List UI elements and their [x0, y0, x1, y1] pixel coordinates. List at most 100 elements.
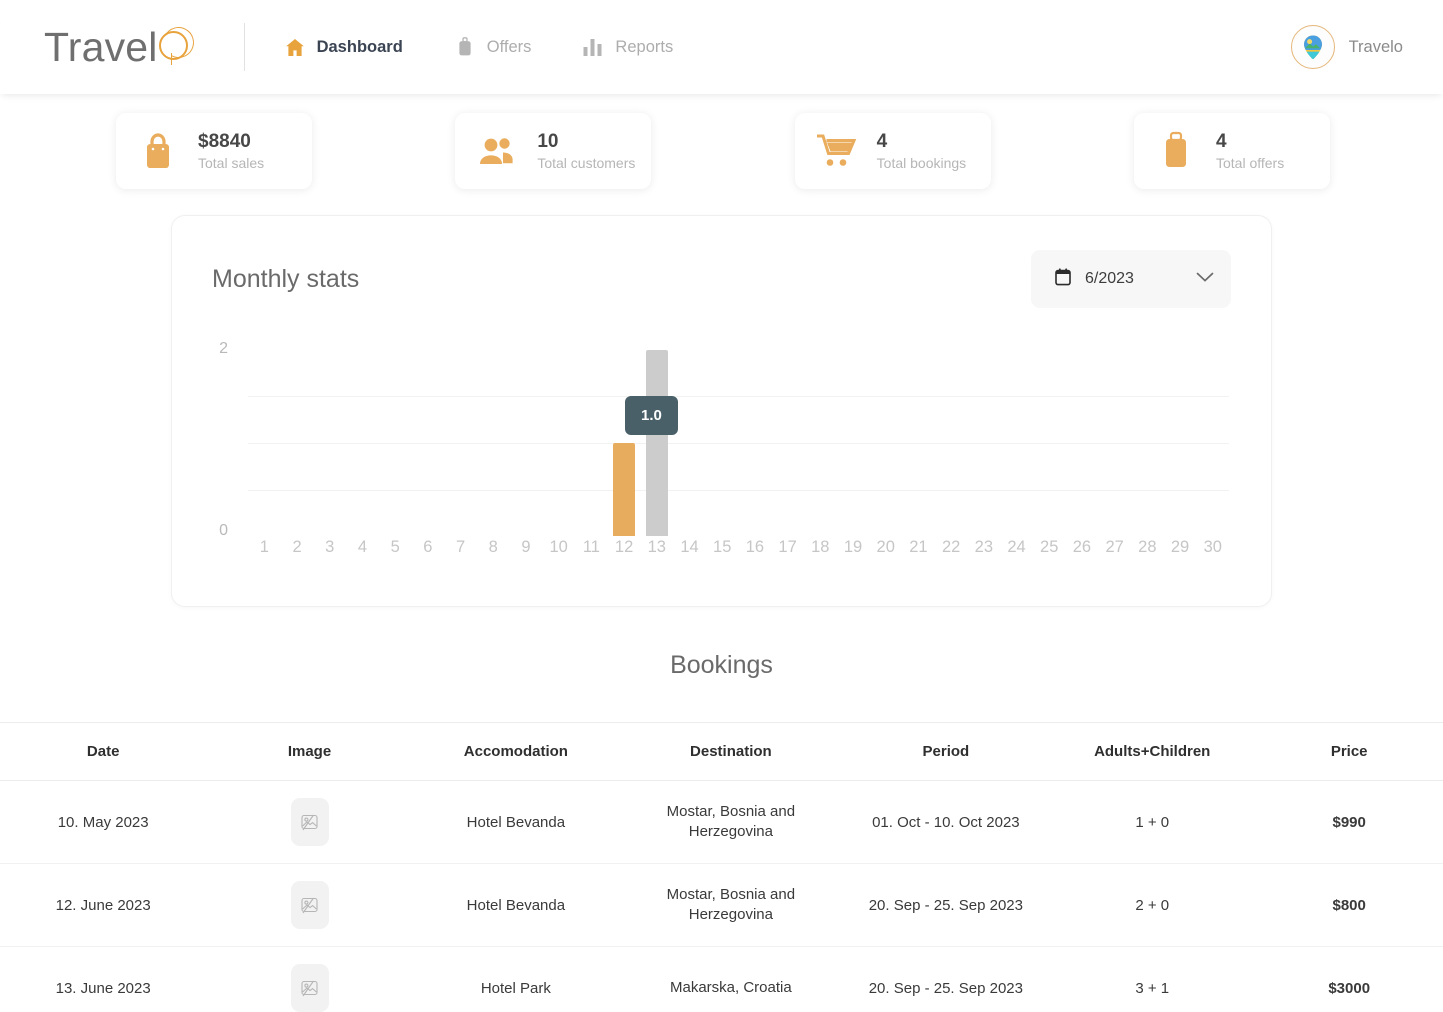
- chart-bar-column[interactable]: [379, 350, 412, 536]
- stat-label: Total bookings: [876, 154, 967, 171]
- x-axis-tick: 10: [549, 538, 568, 556]
- chart-bar-column[interactable]: [673, 350, 706, 536]
- x-axis-tick: 13: [647, 538, 666, 556]
- cell-accomodation: Hotel Bevanda: [412, 780, 620, 864]
- cell-price: $990: [1255, 780, 1443, 864]
- cell-image[interactable]: [206, 863, 413, 947]
- nav-label-offers: Offers: [486, 37, 532, 56]
- cell-date: 13. June 2023: [0, 946, 207, 1012]
- chart-bar-column[interactable]: [608, 350, 641, 536]
- chart-bar-column[interactable]: [739, 350, 772, 536]
- month-date-picker[interactable]: 6/2023: [1031, 250, 1231, 308]
- cell-adults-children: 2 + 0: [1049, 863, 1256, 947]
- chart-bar-column[interactable]: [869, 350, 902, 536]
- chart-bar-column[interactable]: [837, 350, 870, 536]
- column-header-period[interactable]: Period: [843, 723, 1049, 781]
- chart-bar-column[interactable]: [542, 350, 575, 536]
- stat-card-total-customers[interactable]: 10 Total customers: [455, 113, 652, 189]
- chart-bar-column[interactable]: [902, 350, 935, 536]
- stat-value: $8840: [198, 130, 251, 152]
- cell-accomodation: Hotel Park: [412, 946, 620, 1012]
- chart-bar[interactable]: [645, 350, 668, 536]
- cell-destination: Makarska, Croatia: [619, 946, 843, 1012]
- suitcase-icon: [1154, 129, 1198, 173]
- people-icon: [475, 129, 519, 173]
- broken-image-icon: [290, 881, 329, 929]
- cell-image[interactable]: [206, 780, 413, 864]
- x-axis-tick: 5: [390, 538, 400, 556]
- user-name: Travelo: [1348, 37, 1403, 56]
- x-axis-tick: 1: [259, 538, 269, 556]
- chart-bar-column[interactable]: [412, 350, 445, 536]
- chart-bar-column[interactable]: [346, 350, 379, 536]
- x-axis-tick: 2: [292, 538, 302, 556]
- user-menu[interactable]: Travelo: [1290, 25, 1403, 69]
- stat-card-total-bookings[interactable]: 4 Total bookings: [794, 113, 991, 189]
- nav-label-dashboard: Dashboard: [316, 37, 403, 56]
- stat-label: Total offers: [1215, 154, 1285, 171]
- chart-bar-column[interactable]: [967, 350, 1000, 536]
- x-axis-tick: 9: [521, 538, 531, 556]
- chart-bar-column[interactable]: [1066, 350, 1099, 536]
- chart-bar-column[interactable]: [706, 350, 739, 536]
- chart-bar-column[interactable]: [1196, 350, 1229, 536]
- x-axis-tick: 26: [1072, 538, 1092, 556]
- column-header-image[interactable]: Image: [206, 723, 412, 781]
- cell-price: $3000: [1255, 946, 1443, 1012]
- chart-bar-column[interactable]: [1098, 350, 1131, 536]
- top-header: Travel Dashboard Offers Reports Travelo: [0, 0, 1443, 94]
- column-header-date[interactable]: Date: [0, 723, 206, 781]
- chart-bar-column[interactable]: [313, 350, 346, 536]
- chart-bar-column[interactable]: [1000, 350, 1033, 536]
- x-axis-tick: 23: [974, 538, 993, 556]
- cell-destination: Mostar, Bosnia and Herzegovina: [619, 780, 843, 864]
- chart-bar-column[interactable]: [444, 350, 477, 536]
- stat-value: 4: [876, 130, 888, 152]
- column-header-destination[interactable]: Destination: [619, 723, 843, 781]
- table-row[interactable]: 12. June 2023 Hotel Bevanda Mostar, Bosnia…: [0, 863, 1443, 947]
- column-header-price[interactable]: Price: [1255, 723, 1443, 781]
- column-header-adults-children[interactable]: Adults+Children: [1049, 723, 1255, 781]
- nav-item-reports[interactable]: Reports: [583, 36, 673, 58]
- chart-bar-column[interactable]: [640, 350, 673, 536]
- cell-destination: Mostar, Bosnia and Herzegovina: [619, 863, 843, 947]
- stats-row: $8840 Total sales 10 Total customers 4 T…: [0, 94, 1443, 189]
- table-header: Date Image Accomodation Destination Peri…: [0, 722, 1443, 781]
- nav-item-offers[interactable]: Offers: [455, 36, 532, 58]
- chart-bar-column[interactable]: [1164, 350, 1197, 536]
- chart-plot-area: 2 0 1.0 1 2 3 4 5 6 7 8 9 10 11 12 13 14 15 16 17 18 19 20 2…: [212, 340, 1231, 570]
- chart-bar-column[interactable]: [248, 350, 281, 536]
- x-axis-tick: 25: [1040, 538, 1059, 556]
- chart-bar-column[interactable]: [1131, 350, 1164, 536]
- chart-bar-column[interactable]: [281, 350, 314, 536]
- stat-value: 4: [1215, 130, 1227, 152]
- main-nav: Dashboard Offers Reports: [285, 36, 673, 58]
- chart-bar-column[interactable]: [1033, 350, 1066, 536]
- chevron-down-icon[interactable]: [1196, 270, 1214, 288]
- y-axis-tick-top: 2: [219, 340, 228, 357]
- date-picker-value: 6/2023: [1085, 270, 1134, 287]
- chart-bar[interactable]: [613, 443, 636, 536]
- chart-bar-column[interactable]: [771, 350, 804, 536]
- chart-bar-column[interactable]: [477, 350, 510, 536]
- column-header-accomodation[interactable]: Accomodation: [413, 723, 619, 781]
- cell-adults-children: 3 + 1: [1049, 946, 1256, 1012]
- stat-card-total-sales[interactable]: $8840 Total sales: [116, 113, 312, 189]
- chart-bar-column[interactable]: [575, 350, 608, 536]
- cell-period: 01. Oct - 10. Oct 2023: [842, 780, 1050, 864]
- chart-bar-column[interactable]: [935, 350, 968, 536]
- chart-bar-column[interactable]: [804, 350, 837, 536]
- chart-tooltip: 1.0: [625, 396, 678, 435]
- x-axis-tick: 24: [1007, 538, 1026, 556]
- chart-bar-column[interactable]: [510, 350, 543, 536]
- table-row[interactable]: 13. June 2023 Hotel Park Makarska, Croatia…: [0, 946, 1443, 1012]
- nav-item-dashboard[interactable]: Dashboard: [285, 36, 403, 58]
- table-row[interactable]: 10. May 2023 Hotel Bevanda Mostar, Bosnia …: [0, 780, 1443, 864]
- cell-period: 20. Sep - 25. Sep 2023: [842, 863, 1050, 947]
- chart-bars: [248, 350, 1229, 536]
- stat-card-total-offers[interactable]: 4 Total offers: [1133, 113, 1330, 189]
- x-axis-tick: 18: [811, 538, 830, 556]
- x-axis-tick: 15: [713, 538, 732, 556]
- app-logo[interactable]: Travel: [44, 24, 198, 71]
- cell-image[interactable]: [206, 946, 413, 1012]
